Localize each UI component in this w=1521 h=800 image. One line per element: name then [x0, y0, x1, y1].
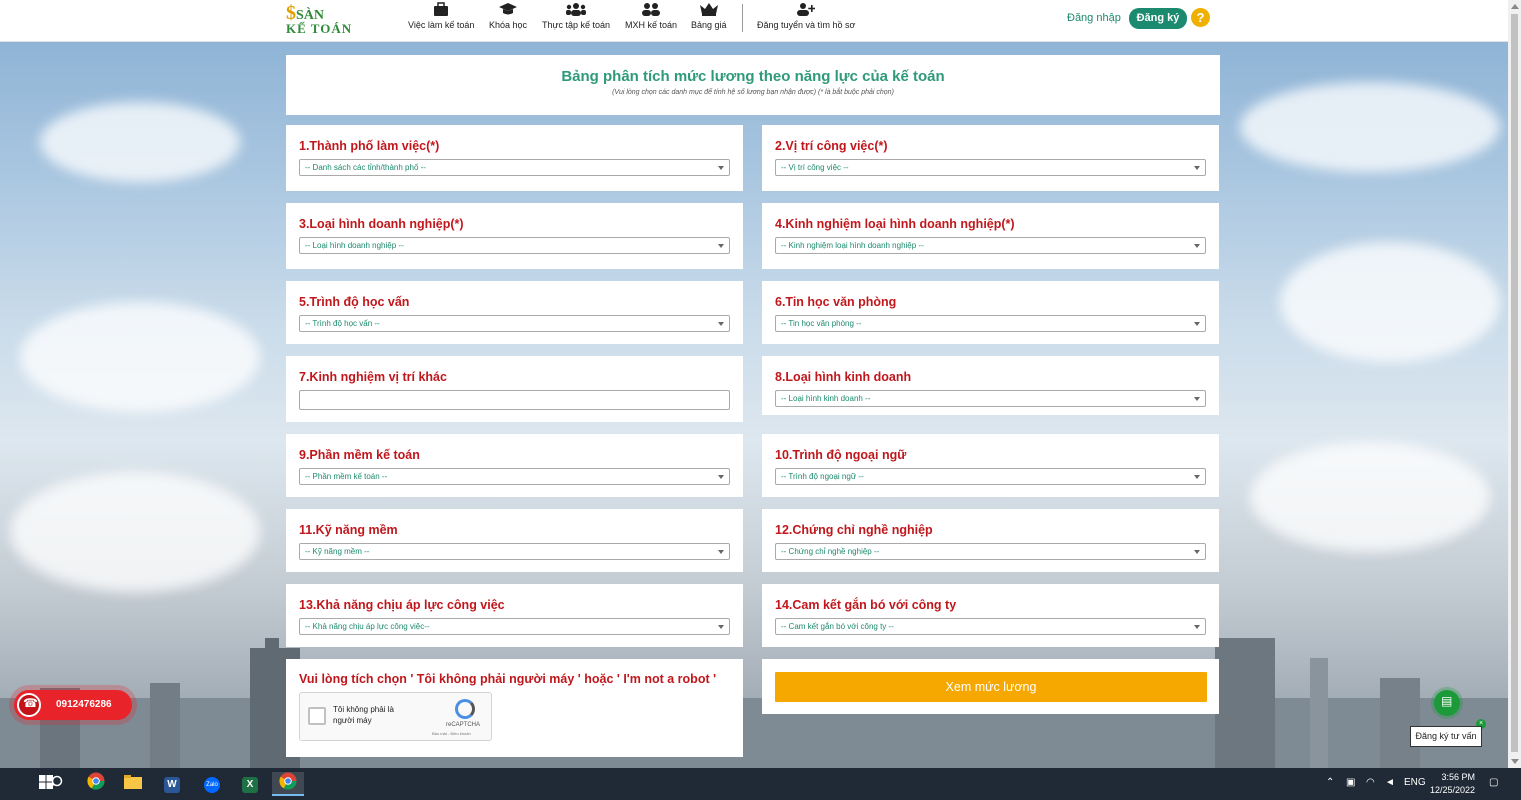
page-subtitle: (Vui lòng chọn các danh mục để tính hệ s…: [612, 89, 894, 96]
nav-viec-lam[interactable]: Việc làm kế toán: [408, 2, 474, 30]
chevron-down-icon: [1194, 397, 1200, 401]
top-navigation-bar: $SÀN KẾ TOÁN Việc làm kế toán Khóa học T…: [0, 0, 1508, 42]
chevron-down-icon: [718, 475, 724, 479]
consult-register-button[interactable]: Đăng ký tư vấn: [1410, 726, 1482, 747]
submit-card: Xem mức lương: [762, 659, 1219, 714]
chevron-down-icon: [718, 166, 724, 170]
zalo-icon[interactable]: Zalo: [196, 772, 228, 796]
certificate-select[interactable]: -- Chứng chỉ nghề nghiệp --: [775, 543, 1206, 560]
hotline-button[interactable]: 0912476286: [14, 690, 132, 720]
chevron-down-icon: [1194, 244, 1200, 248]
company-type-select[interactable]: -- Loại hình doanh nghiệp --: [299, 237, 730, 254]
chevron-down-icon: [1194, 625, 1200, 629]
crown-icon: [699, 3, 718, 16]
recaptcha-links[interactable]: Bảo mật - Điều khoản: [432, 731, 471, 736]
chevron-down-icon: [718, 244, 724, 248]
education-select[interactable]: -- Trình độ học vấn --: [299, 315, 730, 332]
field-card-education: 5.Trình độ học vấn -- Trình độ học vấn -…: [286, 281, 743, 344]
scrollbar-thumb[interactable]: [1511, 14, 1518, 752]
scroll-up-icon[interactable]: [1511, 4, 1519, 9]
office-it-select[interactable]: -- Tin học văn phòng --: [775, 315, 1206, 332]
nav-bang-gia[interactable]: Bảng giá: [691, 2, 727, 30]
field-card-city: 1.Thành phố làm việc(*) -- Danh sách các…: [286, 125, 743, 191]
chevron-down-icon: [1194, 550, 1200, 554]
captcha-card: Vui lòng tích chọn ' Tôi không phải ngườ…: [286, 659, 743, 757]
field-card-position: 2.Vị trí công việc(*) -- Vị trí công việ…: [762, 125, 1219, 191]
search-icon[interactable]: [40, 772, 72, 796]
field-card-pressure: 13.Khả năng chịu áp lực công việc -- Khả…: [286, 584, 743, 647]
field-card-certificate: 12.Chứng chỉ nghề nghiệp -- Chứng chỉ ng…: [762, 509, 1219, 572]
field-card-commitment: 14.Cam kết gắn bó với công ty -- Cam kết…: [762, 584, 1219, 647]
field-card-software: 9.Phần mềm kế toán -- Phần mềm kế toán -…: [286, 434, 743, 497]
chevron-down-icon: [1194, 322, 1200, 326]
software-select[interactable]: -- Phần mềm kế toán --: [299, 468, 730, 485]
page-title-panel: Bảng phân tích mức lương theo năng lực c…: [286, 55, 1220, 115]
tray-chevron-up-icon[interactable]: ⌃: [1326, 777, 1334, 788]
field-card-language: 10.Trình độ ngoại ngữ -- Trình độ ngoại …: [762, 434, 1219, 497]
user-group-icon: [642, 3, 661, 16]
recaptcha-widget: Tôi không phải là người máy reCAPTCHA Bả…: [299, 692, 492, 741]
nav-dang-tuyen[interactable]: Đăng tuyển và tìm hồ sơ: [757, 2, 855, 30]
file-explorer-icon[interactable]: [117, 772, 149, 796]
nav-thuc-tap[interactable]: Thực tập kế toán: [542, 2, 610, 30]
graduation-cap-icon: [499, 3, 518, 15]
chrome-icon[interactable]: [80, 772, 112, 796]
company-experience-select[interactable]: -- Kinh nghiệm loại hình doanh nghiệp --: [775, 237, 1206, 254]
windows-taskbar: W Zalo X ⌃ ▣ ◠ ◄ ENG 3:56 PM 12/25/2022 …: [0, 768, 1521, 800]
field-card-other-experience: 7.Kinh nghiệm vị trí khác: [286, 356, 743, 422]
field-card-office-it: 6.Tin học văn phòng -- Tin học văn phòng…: [762, 281, 1219, 344]
soft-skills-select[interactable]: -- Kỹ năng mềm --: [299, 543, 730, 560]
volume-icon[interactable]: ◄: [1385, 777, 1395, 788]
field-card-company-experience: 4.Kinh nghiệm loại hình doanh nghiệp(*) …: [762, 203, 1219, 269]
position-select[interactable]: -- Vị trí công việc --: [775, 159, 1206, 176]
chevron-down-icon: [718, 550, 724, 554]
chrome-active-icon[interactable]: [272, 772, 304, 796]
site-logo[interactable]: $SÀN KẾ TOÁN: [286, 2, 356, 38]
background-image: [0, 42, 1508, 768]
notification-icon[interactable]: ▢: [1489, 777, 1498, 788]
other-experience-input[interactable]: [299, 390, 730, 410]
pressure-select[interactable]: -- Khả năng chịu áp lực công việc--: [299, 618, 730, 635]
language-indicator[interactable]: ENG: [1404, 777, 1426, 788]
city-select[interactable]: -- Danh sách các tỉnh/thành phố --: [299, 159, 730, 176]
chevron-down-icon: [1194, 166, 1200, 170]
recaptcha-checkbox[interactable]: [308, 707, 326, 725]
field-card-company-type: 3.Loại hình doanh nghiệp(*) -- Loại hình…: [286, 203, 743, 269]
chat-icon[interactable]: [1434, 690, 1460, 716]
network-tray-icon[interactable]: ▣: [1346, 777, 1355, 788]
system-clock[interactable]: 3:56 PM 12/25/2022: [1430, 771, 1475, 797]
field-card-soft-skills: 11.Kỹ năng mềm -- Kỹ năng mềm --: [286, 509, 743, 572]
commitment-select[interactable]: -- Cam kết gắn bó với công ty --: [775, 618, 1206, 635]
register-button[interactable]: Đăng ký: [1129, 8, 1187, 29]
nav-mxh[interactable]: MXH kế toán: [625, 2, 677, 30]
nav-divider: [742, 4, 743, 32]
nav-khoa-hoc[interactable]: Khóa học: [489, 2, 527, 30]
vertical-scrollbar[interactable]: [1508, 0, 1521, 768]
user-plus-icon: [797, 3, 816, 16]
chevron-down-icon: [718, 625, 724, 629]
wifi-icon[interactable]: ◠: [1366, 777, 1375, 788]
users-icon: [566, 3, 587, 16]
view-salary-button[interactable]: Xem mức lương: [775, 672, 1207, 702]
recaptcha-text: Tôi không phải là người máy: [333, 705, 394, 725]
chevron-down-icon: [1194, 475, 1200, 479]
word-icon[interactable]: W: [156, 772, 188, 796]
field-card-business-type: 8.Loại hình kinh doanh -- Loại hình kinh…: [762, 356, 1219, 415]
page-title: Bảng phân tích mức lương theo năng lực c…: [561, 68, 945, 85]
login-link[interactable]: Đăng nhập: [1067, 12, 1121, 24]
excel-icon[interactable]: X: [234, 772, 266, 796]
captcha-instruction: Vui lòng tích chọn ' Tôi không phải ngườ…: [299, 672, 717, 686]
briefcase-icon: [434, 2, 449, 16]
business-type-select[interactable]: -- Loại hình kinh doanh --: [775, 390, 1206, 407]
language-select[interactable]: -- Trình độ ngoại ngữ --: [775, 468, 1206, 485]
chevron-down-icon: [718, 322, 724, 326]
help-icon[interactable]: ?: [1191, 8, 1210, 27]
recaptcha-logo-icon: [455, 699, 475, 719]
phone-icon: [17, 693, 41, 717]
scroll-down-icon[interactable]: [1511, 759, 1519, 764]
